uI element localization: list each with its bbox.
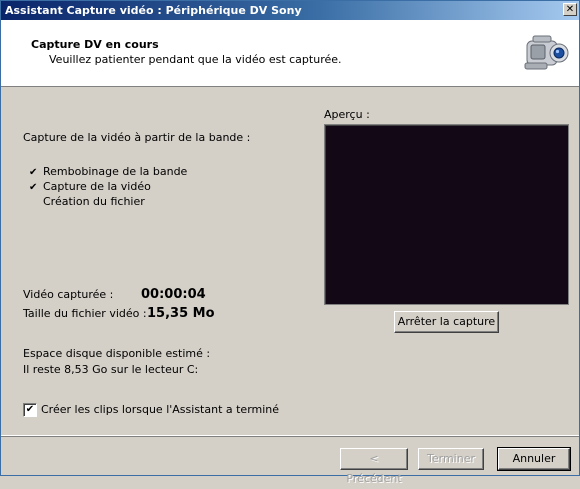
captured-value: 00:00:04 xyxy=(141,287,206,302)
step-label: Création du fichier xyxy=(43,195,145,208)
preview-label: Aperçu : xyxy=(324,108,370,121)
step-label: Rembobinage de la bande xyxy=(43,165,188,178)
cancel-button[interactable]: Annuler xyxy=(497,447,571,471)
video-preview xyxy=(324,124,569,305)
title-bar[interactable]: Assistant Capture vidéo : Périphérique D… xyxy=(1,1,579,20)
stop-capture-button[interactable]: Arrêter la capture xyxy=(394,311,499,333)
checkmark-icon: ✔ xyxy=(29,167,38,178)
checkmark-icon: ✔ xyxy=(29,182,38,193)
close-button[interactable]: ✕ xyxy=(563,3,577,16)
create-clips-label[interactable]: Créer les clips lorsque l'Assistant a te… xyxy=(41,403,279,416)
wizard-body: Capture de la vidéo à partir de la bande… xyxy=(1,87,579,436)
captured-label: Vidéo capturée : xyxy=(23,288,114,301)
filesize-label: Taille du fichier vidéo : xyxy=(23,307,147,320)
step-create-file: Création du fichier xyxy=(43,195,145,208)
disk-space-label: Espace disque disponible estimé : xyxy=(23,347,211,360)
back-button[interactable]: < Précédent xyxy=(340,448,408,485)
window-title: Assistant Capture vidéo : Périphérique D… xyxy=(5,4,302,17)
disk-space-value: Il reste 8,53 Go sur le lecteur C: xyxy=(23,363,199,376)
filesize-value: 15,35 Mo xyxy=(147,306,215,321)
step-label: Capture de la vidéo xyxy=(43,180,151,193)
create-clips-checkbox[interactable]: ✔ xyxy=(23,403,37,417)
step-rewind: ✔ Rembobinage de la bande xyxy=(29,165,187,178)
step-capture: ✔ Capture de la vidéo xyxy=(29,180,151,193)
wizard-header: Capture DV en cours Veuillez patienter p… xyxy=(1,20,579,87)
page-subtitle: Veuillez patienter pendant que la vidéo … xyxy=(49,53,342,66)
page-title: Capture DV en cours xyxy=(31,38,159,51)
capture-wizard-window: Assistant Capture vidéo : Périphérique D… xyxy=(0,0,580,485)
finish-button[interactable]: Terminer xyxy=(418,448,484,470)
capture-section-label: Capture de la vidéo à partir de la bande… xyxy=(23,131,251,144)
camcorder-icon xyxy=(524,35,569,70)
